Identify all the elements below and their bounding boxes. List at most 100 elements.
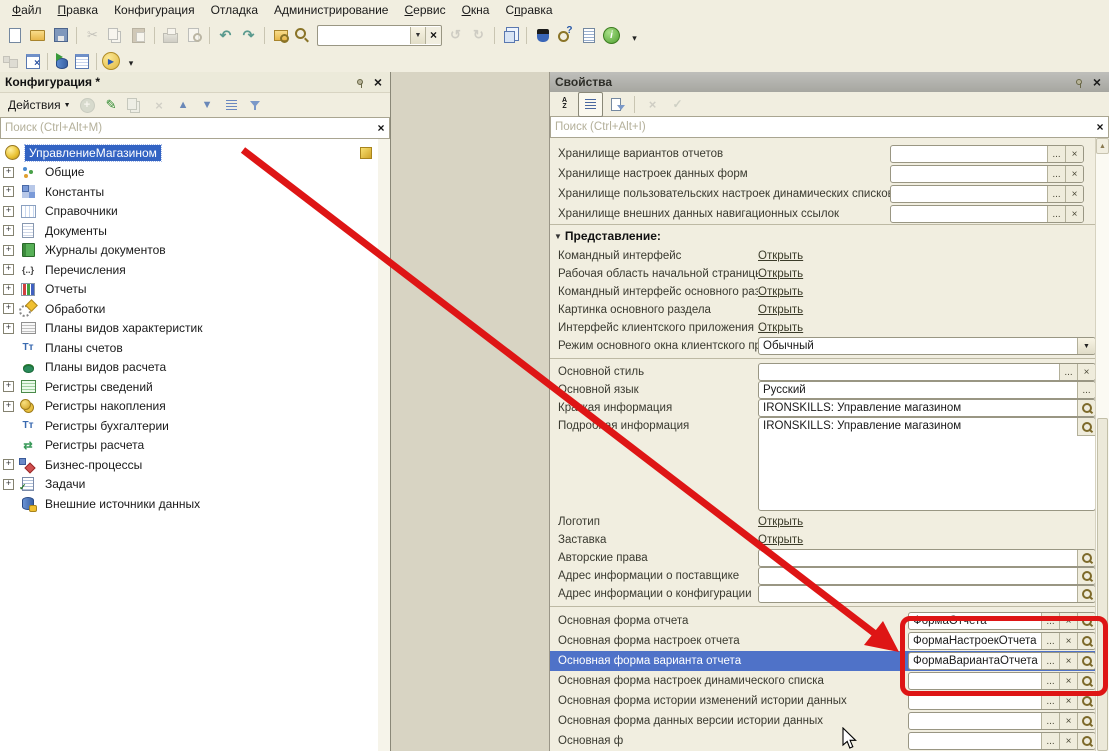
ellipsis-button[interactable]: ... <box>1041 733 1059 749</box>
scroll-up-icon[interactable]: ▲ <box>1096 138 1109 154</box>
open-link[interactable]: Открыть <box>758 534 803 546</box>
property-value-field[interactable]: IRONSKILLS: Управление магазином <box>758 417 1096 511</box>
clear-button[interactable]: × <box>1077 364 1095 380</box>
magnifier-button[interactable] <box>1077 418 1095 436</box>
filter-properties-button[interactable] <box>605 93 628 116</box>
expand-icon[interactable]: + <box>3 381 14 392</box>
clear-button[interactable]: × <box>1059 613 1077 629</box>
ellipsis-button[interactable]: ... <box>1041 713 1059 729</box>
property-row[interactable]: Основная форма настроек динамического сп… <box>550 671 1096 691</box>
property-row[interactable]: Рабочая область начальной страницыОткрыт… <box>550 265 1096 283</box>
clear-search-icon[interactable]: × <box>373 121 389 135</box>
property-row[interactable]: Картинка основного разделаОткрыть <box>550 301 1096 319</box>
tree-item[interactable]: +Константы <box>0 182 378 202</box>
edit-button[interactable]: ✎ <box>100 94 123 117</box>
open-button[interactable] <box>26 24 49 47</box>
property-row[interactable]: Командный интерфейс основного разделаОтк… <box>550 283 1096 301</box>
magnifier-button[interactable] <box>1077 586 1095 602</box>
magnifier-button[interactable] <box>1077 673 1095 689</box>
find-button[interactable] <box>292 24 315 47</box>
tree-item[interactable]: +Документы <box>0 221 378 241</box>
category-view-button[interactable] <box>578 92 603 117</box>
clear-button[interactable]: × <box>1059 713 1077 729</box>
menu-item-2[interactable]: Конфигурация <box>106 1 203 19</box>
ellipsis-button[interactable]: ... <box>1047 146 1065 162</box>
new-document-button[interactable] <box>3 24 26 47</box>
expand-icon[interactable]: + <box>3 167 14 178</box>
magnifier-button[interactable] <box>1077 568 1095 584</box>
expand-icon[interactable]: + <box>3 264 14 275</box>
clear-search-icon[interactable]: × <box>425 27 441 44</box>
property-value-field[interactable]: ФормаОтчета...× <box>908 612 1096 630</box>
tree-item[interactable]: +Регистры сведений <box>0 377 378 397</box>
expand-icon[interactable]: + <box>3 459 14 470</box>
property-value-field[interactable]: Русский... <box>758 381 1096 399</box>
menu-item-5[interactable]: Сервис <box>396 1 453 19</box>
ellipsis-button[interactable]: ... <box>1047 186 1065 202</box>
windows-button[interactable] <box>499 24 522 47</box>
tree-item[interactable]: +Обработки <box>0 299 378 319</box>
find-in-files-button[interactable] <box>269 24 292 47</box>
tree-item[interactable]: +Справочники <box>0 202 378 222</box>
open-link[interactable]: Открыть <box>758 304 803 316</box>
ellipsis-button[interactable]: ... <box>1041 633 1059 649</box>
pin-icon[interactable] <box>1072 75 1086 89</box>
magnifier-button[interactable] <box>1077 713 1095 729</box>
property-row[interactable]: Основная форма истории изменений истории… <box>550 691 1096 711</box>
property-row[interactable]: ЛоготипОткрыть <box>550 513 1096 531</box>
property-row[interactable]: Основная форма данных версии истории дан… <box>550 711 1096 731</box>
property-value-field[interactable]: ...× <box>758 363 1096 381</box>
tree-item[interactable]: +Общие <box>0 163 378 183</box>
actions-menu-button[interactable]: Действия ▼ <box>4 96 75 114</box>
tree-item[interactable]: +Журналы документов <box>0 241 378 261</box>
section-header[interactable]: ▼Представление: <box>550 224 1096 247</box>
tree-item[interactable]: ТтРегистры бухгалтерии <box>0 416 378 436</box>
syntax-help-button[interactable] <box>554 24 577 47</box>
save-button[interactable] <box>49 24 72 47</box>
vertical-scrollbar[interactable]: ▲ <box>1095 138 1109 751</box>
open-module-button[interactable] <box>577 24 600 47</box>
property-value-field[interactable]: ...× <box>908 712 1096 730</box>
expand-icon[interactable]: + <box>3 323 14 334</box>
tree-item[interactable]: +Отчеты <box>0 280 378 300</box>
about-button[interactable]: i <box>600 24 623 47</box>
ellipsis-button[interactable]: ... <box>1041 693 1059 709</box>
menu-item-1[interactable]: Правка <box>50 1 107 19</box>
property-row[interactable]: Основная форма настроек отчетаФормаНастр… <box>550 631 1096 651</box>
menu-item-0[interactable]: Файл <box>4 1 50 19</box>
property-row[interactable]: Основной языкРусский... <box>550 381 1096 399</box>
property-row[interactable]: Адрес информации о поставщике <box>550 567 1096 585</box>
property-value-field[interactable]: ФормаВариантаОтчета...× <box>908 652 1096 670</box>
clear-button[interactable]: × <box>1065 186 1083 202</box>
clear-button[interactable]: × <box>1065 146 1083 162</box>
property-value-field[interactable]: Обычный▼ <box>758 337 1096 355</box>
expand-icon[interactable]: + <box>3 206 14 217</box>
configuration-search-input[interactable] <box>1 120 373 136</box>
expand-icon[interactable]: + <box>3 225 14 236</box>
magnifier-button[interactable] <box>1077 613 1095 629</box>
open-link[interactable]: Открыть <box>758 286 803 298</box>
dropdown-icon[interactable]: ▼ <box>410 27 425 44</box>
expand-icon[interactable]: + <box>3 284 14 295</box>
magnifier-button[interactable] <box>1077 693 1095 709</box>
clear-button[interactable]: × <box>1059 693 1077 709</box>
syntax-check-button[interactable] <box>531 24 554 47</box>
start-debugging-button[interactable]: ▶ <box>101 51 121 71</box>
redo-button[interactable]: ↷ <box>237 24 260 47</box>
property-row[interactable]: Основной стиль...× <box>550 363 1096 381</box>
expand-icon[interactable]: + <box>3 401 14 412</box>
property-row[interactable]: Основная форма отчетаФормаОтчета...× <box>550 611 1096 631</box>
tree-item[interactable]: +Бизнес-процессы <box>0 455 378 475</box>
property-row[interactable]: Адрес информации о конфигурации <box>550 585 1096 603</box>
properties-search-input[interactable] <box>551 119 1092 135</box>
scrollbar-thumb[interactable] <box>1097 418 1108 751</box>
more-buttons-button[interactable]: ▾ <box>623 24 646 47</box>
move-up-button[interactable]: ▲ <box>172 94 195 117</box>
property-value-field[interactable] <box>758 549 1096 567</box>
ellipsis-button[interactable]: ... <box>1041 613 1059 629</box>
property-row[interactable]: Хранилище вариантов отчетов...× <box>550 144 1096 164</box>
property-value-field[interactable]: ФормаНастроекОтчета...× <box>908 632 1096 650</box>
clear-button[interactable]: × <box>1059 673 1077 689</box>
tree-item[interactable]: Планы видов расчета <box>0 358 378 378</box>
open-link[interactable]: Открыть <box>758 516 803 528</box>
